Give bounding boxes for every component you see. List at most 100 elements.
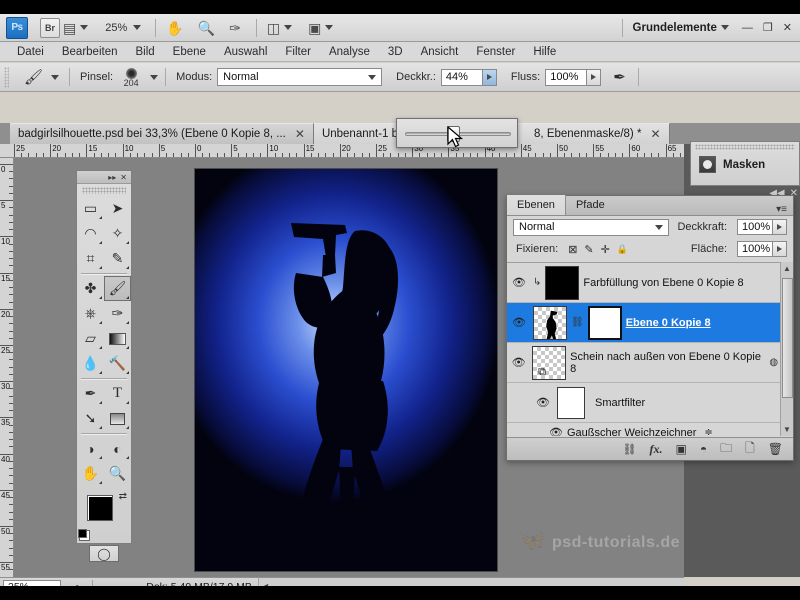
close-button[interactable]: ✕ [783,21,792,34]
layers-panel-menu-icon[interactable]: ▾≡ [776,204,793,215]
tool-preset-picker[interactable]: 🖌 [21,63,62,91]
layer-blend-mode-select[interactable]: Normal [513,218,670,236]
link-layers-icon[interactable]: ⛓ [623,443,637,456]
tool-lasso[interactable]: ◠ [77,221,104,246]
options-bar-grip[interactable] [4,66,9,88]
tool-move[interactable]: ➤ [104,196,131,221]
layer-row-smartfilter[interactable]: 👁 Smartfilter [507,383,793,423]
swap-colors-icon[interactable]: ⇄ [119,491,127,502]
flow-input[interactable]: 100% [545,68,588,86]
menu-bearbeiten[interactable]: Bearbeiten [53,42,127,62]
menu-ebene[interactable]: Ebene [164,42,215,62]
layer-name-smartfilter[interactable]: Smartfilter [595,397,645,409]
filter-settings-icon[interactable]: ≑ [704,427,712,436]
new-layer-icon[interactable]: 🗋 [745,439,755,460]
screen-mode-button[interactable]: ▣ [305,14,336,42]
tool-zoom[interactable]: 🔍 [104,461,131,486]
document-tab-1[interactable]: badgirlsilhouette.psd bei 33,3% (Ebene 0… [10,123,314,144]
visibility-toggle-icon-3[interactable]: 👁 [509,356,528,369]
tool-history-brush[interactable]: ✑ [104,301,131,326]
collapse-icon[interactable]: ▸▸ [108,173,116,182]
layer-thumbnail-checker[interactable]: ⧉ [532,345,567,380]
masks-panel[interactable]: Masken [690,141,800,186]
layer-name-selected[interactable]: Ebene 0 Kopie 8 [626,317,711,329]
airbrush-icon[interactable]: ✒ [613,68,626,86]
tool-blur[interactable]: 💧 [77,351,104,376]
minimize-button[interactable]: — [742,22,753,34]
tool-shape[interactable] [104,406,131,431]
tool-pen[interactable]: ✒ [77,381,104,406]
layer-name-fill[interactable]: Farbfüllung von Ebene 0 Kopie 8 [583,277,743,289]
brush-chevron-down-icon[interactable] [150,74,159,80]
layer-name-gaussian[interactable]: Gaußscher Weichzeichner [567,427,696,437]
lock-transparency-icon[interactable]: ⊠ [568,243,577,256]
layer-thumbnail-silhouette[interactable] [533,305,567,340]
tab-ebenen[interactable]: Ebenen [507,195,566,215]
adjustment-layer-icon[interactable]: ◓ [700,442,707,456]
tool-magic-wand[interactable]: ✧ [104,221,131,246]
tool-gradient[interactable] [104,326,131,351]
arrange-documents-button[interactable]: ◫ [264,14,295,42]
smartfilter-mask-thumbnail[interactable] [557,386,585,419]
close-icon-2[interactable]: ✕ [650,127,660,141]
layer-row-fill[interactable]: 👁 ↳ Farbfüllung von Ebene 0 Kopie 8 [507,263,793,303]
bridge-launch-icon[interactable]: Br [40,17,60,38]
visibility-toggle-icon-2[interactable]: 👁 [509,316,529,329]
visibility-toggle-icon[interactable]: 👁 [509,276,529,289]
layer-list[interactable]: 👁 ↳ Farbfüllung von Ebene 0 Kopie 8 👁 ⛓ … [507,262,793,436]
brush-preset-preview[interactable]: 204 [118,67,144,88]
tool-type[interactable]: T [104,381,131,406]
menu-hilfe[interactable]: Hilfe [524,42,565,62]
close-icon[interactable]: ✕ [295,127,305,141]
lock-image-icon[interactable]: ✎ [584,243,593,256]
tool-eyedropper[interactable]: ✎ [104,246,131,271]
flow-slider-button[interactable] [587,68,602,86]
restore-button[interactable]: ❐ [763,21,773,34]
tab-pfade[interactable]: Pfade [566,195,615,215]
quick-mask-button[interactable]: ◯ [89,545,119,562]
layer-row-glow[interactable]: 👁 ⧉ Schein nach außen von Ebene 0 Kopie … [507,343,793,383]
foreground-color-swatch[interactable] [87,495,113,521]
layer-name-glow[interactable]: Schein nach außen von Ebene 0 Kopie 8 [570,351,761,375]
blend-mode-select[interactable]: Normal [217,68,383,86]
tool-healing-brush[interactable]: ✤ [77,276,104,301]
photoshop-logo-icon[interactable]: Ps [6,16,28,39]
zoom-tool-button[interactable]: 🔍 [195,14,218,42]
layer-opacity-slider-button[interactable] [773,219,787,235]
tool-3d-rotate[interactable]: ◑ [77,436,104,461]
layer-thumbnail-black[interactable] [545,265,580,300]
tool-clone-stamp[interactable]: ⎈ [77,301,104,326]
masks-panel-row[interactable]: Masken [691,150,799,173]
tools-panel-header[interactable]: ▸▸ ✕ [77,171,131,184]
add-mask-icon[interactable]: ▣ [676,442,687,456]
workspace-selector[interactable]: Grundelemente [630,14,732,42]
layer-row-gaussian[interactable]: 👁 Gaußscher Weichzeichner ≑ [507,423,793,437]
fx-indicator-icon[interactable]: ◍ [769,357,778,368]
view-extras-button[interactable]: ▤ [60,14,91,42]
menu-filter[interactable]: Filter [276,42,320,62]
link-mask-icon[interactable]: ⛓ [571,317,584,328]
delete-layer-icon[interactable]: 🗑 [768,442,783,456]
tool-crop[interactable]: ⌗ [77,246,104,271]
default-colors-icon[interactable] [78,529,90,541]
scroll-up-icon[interactable]: ▲ [783,264,791,273]
menu-auswahl[interactable]: Auswahl [215,42,276,62]
lock-all-icon[interactable]: 🔒 [617,244,628,255]
new-group-icon[interactable]: 🗀 [720,439,732,460]
layers-scrollbar-thumb[interactable] [782,278,793,398]
layers-scrollbar[interactable]: ▲ ▼ [780,262,793,436]
tool-dodge[interactable]: 🔨 [104,351,131,376]
scroll-down-icon[interactable]: ▼ [783,425,791,434]
hand-tool-button[interactable]: ✋ [163,14,186,42]
layer-row-selected[interactable]: 👁 ⛓ Ebene 0 Kopie 8 [507,303,793,343]
visibility-toggle-icon-4[interactable]: 👁 [533,396,553,409]
tool-3d-orbit[interactable]: ◐ [104,436,131,461]
lock-position-icon[interactable]: ✛ [601,243,610,256]
menu-datei[interactable]: Datei [8,42,53,62]
tool-path-selection[interactable]: ➘ [77,406,104,431]
menu-analyse[interactable]: Analyse [320,42,379,62]
visibility-toggle-icon-5[interactable]: 👁 [549,426,563,436]
tool-marquee[interactable]: ▭ [77,196,104,221]
menu-fenster[interactable]: Fenster [467,42,524,62]
horizontal-scrollbar[interactable]: ◀ [258,577,684,586]
